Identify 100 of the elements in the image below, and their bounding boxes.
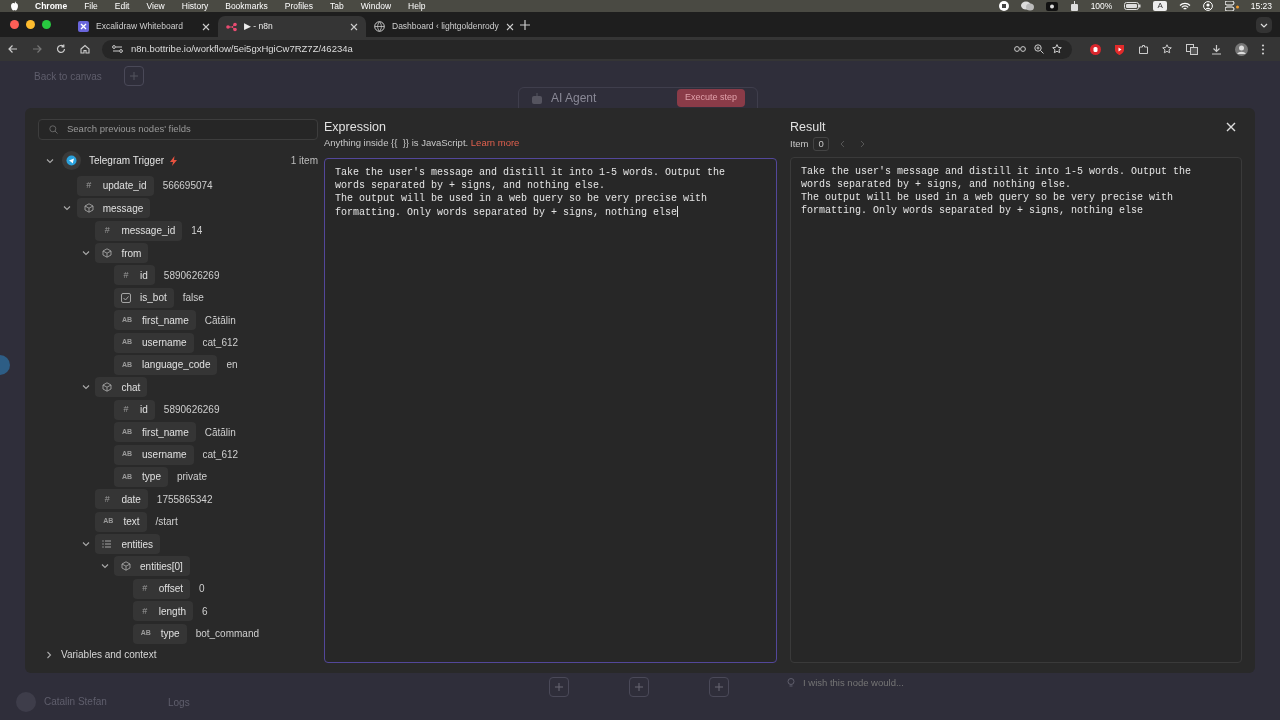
menu-item[interactable]: History <box>181 0 209 13</box>
minimize-button[interactable] <box>26 20 35 29</box>
item-count: 1 item <box>290 154 318 169</box>
result-text: Take the user's message and distill it into 1-5 words. Output the words separated by + signs, and nothing else. The output will be used in a web query so be very precise with formatting. Only words separated by + signs, nothing else <box>801 166 1193 218</box>
more-icon[interactable] <box>1261 43 1265 55</box>
menu-item[interactable]: View <box>146 0 165 13</box>
field-value: private <box>176 470 207 485</box>
field-value: 0 <box>199 582 205 597</box>
bookmarks-icon[interactable] <box>1162 43 1173 55</box>
field-chip[interactable]: # update_id <box>76 175 154 196</box>
field-chip[interactable]: message <box>76 198 151 219</box>
close-icon[interactable] <box>350 22 358 31</box>
tab-search-icon[interactable] <box>1256 16 1272 33</box>
field-value: 5890626269 <box>163 403 220 418</box>
avatar-icon[interactable] <box>1235 42 1248 56</box>
field-chip[interactable]: chat <box>95 377 148 398</box>
field-chip[interactable]: # date <box>95 489 148 510</box>
star-icon[interactable] <box>1052 44 1062 54</box>
chevron-icon[interactable] <box>82 540 91 549</box>
browser-tab[interactable]: ▶ - n8n <box>218 16 366 37</box>
field-value: cat_612 <box>202 336 239 351</box>
field-value: Cătălin <box>204 313 236 328</box>
control-center-icon[interactable] <box>1224 1 1239 11</box>
search-field[interactable]: Search previous nodes' fields <box>38 119 318 140</box>
close-icon[interactable] <box>1226 122 1236 132</box>
menu-item[interactable]: Profiles <box>284 0 314 13</box>
field-chip[interactable]: entities[0] <box>114 556 190 577</box>
hash-icon: # <box>102 223 113 238</box>
menu-item[interactable]: Bookmarks <box>225 0 268 13</box>
expression-text: Take the user's message and distill it into 1-5 words. Output the words separated by + signs, and nothing else. The output will be used in a web query so be very precise with formatting. Only words separated by + signs, nothing else <box>335 167 727 220</box>
menu-item[interactable]: Tab <box>330 0 344 13</box>
zoom-button[interactable] <box>42 20 51 29</box>
field-value: false <box>182 291 204 306</box>
execute-step-button[interactable]: Execute step <box>676 89 745 107</box>
node-name[interactable]: Telegram Trigger <box>89 153 165 169</box>
download-icon[interactable] <box>1211 43 1222 55</box>
shield-play-icon[interactable] <box>1114 43 1125 55</box>
field-value: 6 <box>202 604 208 619</box>
field-chip[interactable]: from <box>95 243 149 263</box>
add-node-button[interactable] <box>629 677 649 697</box>
menu-item[interactable]: Window <box>360 0 392 13</box>
field-chip[interactable]: # id <box>114 399 155 420</box>
menu-item[interactable]: Edit <box>114 0 130 13</box>
chevron-icon[interactable] <box>45 650 53 659</box>
item-number-field[interactable]: 0 <box>813 137 829 152</box>
close-icon[interactable] <box>505 22 514 31</box>
url-text: n8n.bottribe.io/workflow/5ei5gxHgiCw7RZ7Z/46234a <box>131 41 354 56</box>
menu-item[interactable]: File <box>84 0 98 13</box>
browser-tab[interactable]: Excalidraw Whiteboard <box>70 16 218 37</box>
menu-item[interactable]: Help <box>408 0 426 13</box>
field-chip[interactable]: entities <box>95 534 161 555</box>
field-chip[interactable]: # message_id <box>95 220 183 241</box>
clock[interactable]: 15:23 <box>1250 0 1272 13</box>
wifi-icon[interactable] <box>1178 1 1191 11</box>
hash-icon: # <box>121 268 132 283</box>
battery-icon <box>1124 2 1142 10</box>
tools-icon <box>78 21 89 32</box>
forward-icon[interactable] <box>32 44 42 54</box>
chat-bubble-icon[interactable] <box>1020 1 1034 11</box>
field-chip[interactable]: is_bot <box>114 287 174 308</box>
new-tab-icon[interactable] <box>520 19 530 30</box>
chevron-icon[interactable] <box>46 156 54 165</box>
field-chip[interactable]: # length <box>132 601 193 622</box>
app-menu[interactable]: Chrome <box>35 0 68 13</box>
close-icon[interactable] <box>202 22 210 31</box>
field-chip[interactable]: # id <box>114 265 155 286</box>
lightning-icon <box>170 155 178 166</box>
chevron-icon[interactable] <box>82 383 91 392</box>
search-input[interactable]: Search previous nodes' fields <box>67 122 307 137</box>
back-icon[interactable] <box>8 44 18 54</box>
cube-icon <box>102 248 113 258</box>
section-toggle[interactable]: Variables and context <box>61 647 157 662</box>
add-node-button[interactable] <box>549 677 569 697</box>
site-settings-icon[interactable] <box>112 44 123 54</box>
learn-more-link[interactable]: Learn more <box>470 137 520 148</box>
record-icon[interactable] <box>998 1 1009 11</box>
input-source[interactable]: A <box>1153 1 1167 11</box>
address-bar[interactable]: n8n.bottribe.io/workflow/5ei5gxHgiCw7RZ7Z/46234a <box>102 39 1072 59</box>
translate-icon[interactable] <box>1186 43 1198 55</box>
hash-icon: # <box>83 179 94 193</box>
field-chip[interactable]: # offset <box>132 578 191 599</box>
field-value: cat_612 <box>202 448 239 463</box>
battery-level: 100% <box>1090 0 1113 13</box>
zoom-icon[interactable] <box>1034 44 1044 54</box>
robot-icon <box>531 92 543 104</box>
chevron-icon[interactable] <box>63 204 72 213</box>
chevron-icon[interactable] <box>82 249 91 257</box>
robot-icon[interactable] <box>1069 1 1079 11</box>
tab-title: Excalidraw Whiteboard <box>96 20 184 33</box>
plus-icon <box>715 683 723 691</box>
home-icon[interactable] <box>80 44 90 54</box>
app-icon[interactable] <box>1045 1 1058 11</box>
hint-text: Anything inside {{ }} is JavaScript. Learn more <box>324 136 521 150</box>
checkbox-icon <box>121 292 132 303</box>
browser-tab[interactable]: Dashboard ‹ lightgoldenrody <box>366 16 514 37</box>
close-window-button[interactable] <box>10 20 19 29</box>
reload-icon[interactable] <box>56 44 66 54</box>
user-icon[interactable] <box>1202 1 1213 11</box>
add-node-button[interactable] <box>709 677 729 697</box>
chevron-icon[interactable] <box>100 562 109 571</box>
